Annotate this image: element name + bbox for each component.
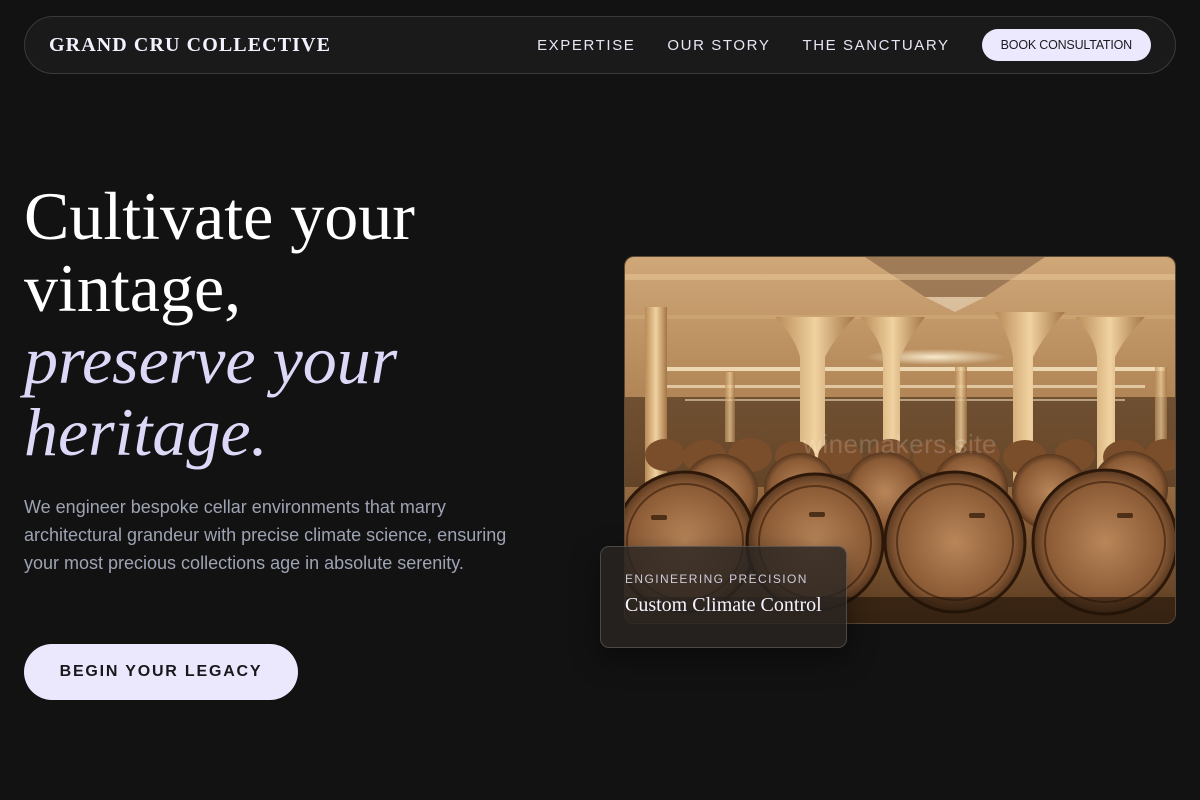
brand-logo[interactable]: GRAND CRU COLLECTIVE xyxy=(49,34,331,57)
hero-title: Cultivate your vintage, preserve your he… xyxy=(24,180,584,468)
book-consultation-button[interactable]: BOOK CONSULTATION xyxy=(981,29,1151,61)
begin-your-legacy-button[interactable]: BEGIN YOUR LEGACY xyxy=(24,644,298,700)
hero-title-line-2: vintage, xyxy=(24,250,242,326)
feature-badge-card: ENGINEERING PRECISION Custom Climate Con… xyxy=(600,546,847,648)
hero-title-line-4: heritage. xyxy=(24,394,268,470)
feature-badge-title: Custom Climate Control xyxy=(625,594,822,616)
top-navigation: GRAND CRU COLLECTIVE EXPERTISE OUR STORY… xyxy=(24,16,1176,74)
hero-title-line-3: preserve your xyxy=(24,322,398,398)
nav-links: EXPERTISE OUR STORY THE SANCTUARY BOOK C… xyxy=(537,29,1151,61)
hero-description: We engineer bespoke cellar environments … xyxy=(24,497,507,573)
nav-link-the-sanctuary[interactable]: THE SANCTUARY xyxy=(802,37,949,54)
nav-link-expertise[interactable]: EXPERTISE xyxy=(537,37,635,54)
nav-link-our-story[interactable]: OUR STORY xyxy=(667,37,770,54)
feature-badge-kicker: ENGINEERING PRECISION xyxy=(625,572,808,586)
image-watermark: winemakers.site xyxy=(803,429,997,459)
hero-title-line-1: Cultivate your xyxy=(24,178,415,254)
